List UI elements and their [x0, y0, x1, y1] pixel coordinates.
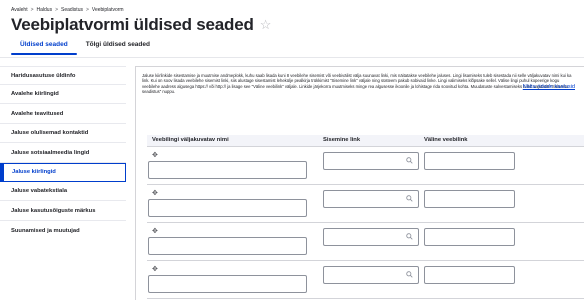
sidebar-item-home-quicklinks[interactable]: Avalehe kiirlingid	[0, 85, 126, 105]
search-icon	[406, 195, 413, 202]
sidebar-item-footer-copyright[interactable]: Jaluse kasutusõiguste märkus	[0, 202, 126, 221]
external-link-input[interactable]	[424, 266, 515, 284]
internal-link-input[interactable]	[323, 266, 419, 284]
internal-link-input[interactable]	[323, 152, 419, 170]
sidebar-item-footer-quicklinks[interactable]: Jaluse kiirlingid	[0, 162, 126, 182]
search-icon	[406, 157, 413, 164]
breadcrumb-separator: >	[85, 7, 89, 13]
breadcrumb-separator: >	[30, 7, 34, 13]
link-name-input[interactable]	[148, 199, 307, 217]
breadcrumb-home-link[interactable]: Avaleht	[11, 7, 28, 13]
search-icon	[406, 271, 413, 278]
column-header-internal: Sisemine link	[323, 137, 361, 143]
internal-link-input[interactable]	[323, 228, 419, 246]
external-link-input[interactable]	[424, 190, 515, 208]
table-row: ✥	[147, 186, 584, 223]
sidebar-item-redirects[interactable]: Suunamised ja muutujad	[0, 221, 126, 240]
tab-translate-settings[interactable]: Tõlgi üldised seaded	[77, 38, 159, 55]
sidebar-item-school-info[interactable]: Haridusasutuse üldinfo	[0, 66, 126, 85]
link-name-input[interactable]	[148, 161, 307, 179]
tab-bar: Üldised seaded Tõlgi üldised seaded	[11, 38, 159, 55]
star-outline-icon[interactable]: ☆	[260, 17, 272, 33]
sidebar-item-footer-social[interactable]: Jaluse sotsiaalmeedia lingid	[0, 144, 126, 163]
drag-handle-icon[interactable]: ✥	[152, 189, 158, 197]
sidebar-item-footer-contacts[interactable]: Jaluse olulisemad kontaktid	[0, 124, 126, 144]
page-title-text: Veebiplatvormi üldised seaded	[11, 15, 254, 34]
tab-general-settings[interactable]: Üldised seaded	[11, 38, 77, 55]
panel-description: Jaluse kiirlinkide sisestamise ja muutmi…	[142, 73, 572, 94]
column-header-external: Väline veebilink	[424, 137, 468, 143]
link-name-input[interactable]	[148, 275, 307, 293]
table-row: ✥	[147, 148, 584, 185]
external-link-input[interactable]	[424, 228, 515, 246]
search-icon	[406, 233, 413, 240]
drag-handle-icon[interactable]: ✥	[152, 265, 158, 273]
table-row: ✥	[147, 262, 584, 299]
column-header-name: Veebilingi väljakuvatav nimi	[152, 137, 229, 143]
drag-handle-icon[interactable]: ✥	[152, 227, 158, 235]
breadcrumb-platform-link[interactable]: Veebiplatvorm	[92, 7, 124, 13]
breadcrumb-admin-link[interactable]: Haldus	[37, 7, 53, 13]
internal-link-input[interactable]	[323, 190, 419, 208]
tab-divider	[0, 57, 584, 58]
page-title: Veebiplatvormi üldised seaded ☆	[11, 15, 271, 35]
sidebar-item-home-notices[interactable]: Avalehe teavitused	[0, 105, 126, 124]
external-link-input[interactable]	[424, 152, 515, 170]
breadcrumb: Avaleht > Haldus > Seadistus > Veebiplat…	[11, 7, 124, 13]
breadcrumb-separator: >	[55, 7, 59, 13]
link-name-input[interactable]	[148, 237, 307, 255]
sidebar-item-footer-freetext[interactable]: Jaluse vabatekstiala	[0, 182, 126, 202]
drag-handle-icon[interactable]: ✥	[152, 151, 158, 159]
show-row-weights-link[interactable]: Näita ridade kaalusid	[523, 84, 575, 90]
table-row: ✥	[147, 224, 584, 261]
table-header: Veebilingi väljakuvatav nimi Sisemine li…	[147, 135, 584, 147]
breadcrumb-settings-link[interactable]: Seadistus	[61, 7, 83, 13]
sidebar: Haridusasutuse üldinfo Avalehe kiirlingi…	[0, 66, 126, 241]
